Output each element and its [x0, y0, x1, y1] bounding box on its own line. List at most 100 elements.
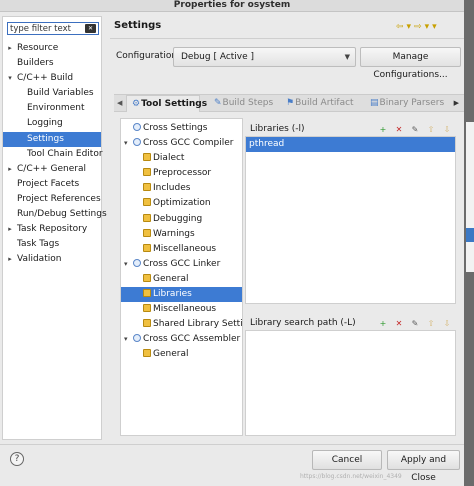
edit-icon[interactable]: ✎: [409, 124, 421, 135]
tool-icon: [133, 334, 141, 343]
tool-tree-item[interactable]: Cross Settings: [121, 121, 242, 136]
nav-item[interactable]: Settings: [3, 131, 101, 147]
tool-tree-item[interactable]: Miscellaneous: [121, 242, 242, 257]
chevron-right-icon[interactable]: ▸: [6, 162, 14, 177]
tool-tree-item[interactable]: ▾ Cross GCC Compiler: [121, 136, 242, 151]
tool-tree-label: Shared Library Settings: [153, 319, 243, 330]
tool-tree-item[interactable]: Libraries: [121, 287, 242, 303]
clear-filter-icon[interactable]: ✕: [85, 24, 96, 33]
nav-item[interactable]: ▸ Task Repository: [3, 222, 101, 237]
tab-scroll-right-icon[interactable]: ▶: [454, 95, 459, 111]
filter-input[interactable]: [8, 23, 84, 34]
move-down-icon[interactable]: ⇩: [441, 124, 453, 135]
tool-tree-item[interactable]: Warnings: [121, 227, 242, 242]
move-down-icon[interactable]: ⇩: [441, 318, 453, 329]
move-up-icon[interactable]: ⇧: [425, 318, 437, 329]
libraries-list: pthread: [245, 136, 456, 304]
chevron-right-icon[interactable]: ▸: [6, 222, 14, 237]
tool-tree-item[interactable]: Shared Library Settings: [121, 317, 242, 332]
configuration-value: Debug [ Active ]: [181, 52, 255, 62]
move-up-icon[interactable]: ⇧: [425, 124, 437, 135]
tool-tree-item[interactable]: Includes: [121, 181, 242, 196]
tab-build-artifact[interactable]: ⚑Build Artifact: [286, 95, 354, 111]
chevron-down-icon[interactable]: ▾: [124, 136, 128, 151]
tool-tree-label: Warnings: [153, 228, 195, 239]
tab-scroll-left-icon[interactable]: ◀: [117, 95, 122, 111]
tool-tree-label: Cross GCC Assembler: [143, 334, 241, 345]
tool-tree-label: General: [153, 349, 189, 360]
chevron-right-icon[interactable]: ▸: [6, 41, 14, 56]
tool-tree-item[interactable]: Preprocessor: [121, 166, 242, 181]
list-item[interactable]: pthread: [246, 137, 455, 152]
tool-tree-item[interactable]: General: [121, 347, 242, 362]
nav-item-label: Task Repository: [17, 224, 88, 235]
tool-settings-tree: Cross Settings ▾ Cross GCC Compiler Dialect…: [120, 118, 243, 436]
tool-tree-item[interactable]: General: [121, 272, 242, 287]
delete-icon[interactable]: ✕: [393, 124, 405, 135]
build-steps-icon: ✎: [214, 98, 222, 108]
tool-tree-label: Miscellaneous: [153, 243, 217, 254]
tool-tree-item[interactable]: ▾ Cross GCC Assembler: [121, 332, 242, 347]
back-forward-icon[interactable]: ⇦▾⇨▾▾: [396, 22, 440, 32]
tab-build-steps[interactable]: ✎Build Steps: [214, 95, 273, 111]
configuration-select[interactable]: Debug [ Active ] ▼: [173, 47, 356, 67]
chevron-right-icon[interactable]: ▸: [6, 252, 14, 267]
filter-box[interactable]: ✕: [7, 22, 99, 35]
delete-icon[interactable]: ✕: [393, 318, 405, 329]
nav-item[interactable]: Environment: [3, 101, 101, 116]
apply-and-close-button[interactable]: Apply and Close: [387, 450, 460, 483]
option-category-icon: [143, 289, 151, 298]
manage-configurations-button[interactable]: Manage Configurations...: [360, 47, 461, 80]
option-category-icon: [143, 183, 151, 192]
nav-item[interactable]: Logging: [3, 116, 101, 131]
option-category-icon: [143, 304, 151, 313]
tool-tree-label: Dialect: [153, 153, 185, 164]
tool-tree-label: Debugging: [153, 213, 203, 224]
page-title: Settings: [114, 20, 162, 31]
properties-dialog: Properties for osystem ✕ ▸ResourceBuilde…: [0, 0, 464, 486]
tool-tree-item[interactable]: Miscellaneous: [121, 302, 242, 317]
nav-item-label: Resource: [17, 43, 59, 53]
divider: [110, 38, 464, 39]
nav-item-label: Tool Chain Editor: [27, 148, 103, 159]
search-path-list[interactable]: [245, 330, 456, 436]
chevron-down-icon[interactable]: ▾: [124, 257, 128, 272]
nav-item[interactable]: Builders: [3, 56, 101, 71]
tool-tree-item[interactable]: Debugging: [121, 212, 242, 227]
nav-item[interactable]: ▾ C/C++ Build: [3, 71, 101, 86]
option-category-icon: [143, 319, 151, 328]
tool-icon: [133, 138, 141, 147]
configuration-label: Configuration:: [116, 51, 181, 61]
tab-label: Build Steps: [222, 98, 274, 108]
tab-tool-settings[interactable]: ⚙Tool Settings: [126, 95, 207, 112]
chevron-down-icon[interactable]: ▾: [124, 332, 128, 347]
nav-item[interactable]: ▸ Validation: [3, 252, 101, 267]
nav-item-label: Validation: [17, 254, 62, 265]
option-category-icon: [143, 153, 151, 162]
nav-item[interactable]: Run/Debug Settings: [3, 207, 107, 222]
nav-item[interactable]: Task Tags: [3, 237, 101, 252]
nav-item-label: Environment: [27, 103, 85, 114]
tool-tree-item[interactable]: Optimization: [121, 196, 242, 211]
tool-tree-item[interactable]: ▾ Cross GCC Linker: [121, 257, 242, 272]
tool-tree-label: Libraries: [153, 289, 192, 300]
nav-item[interactable]: Build Variables: [3, 86, 101, 101]
tool-tree-label: General: [153, 273, 189, 284]
cancel-button[interactable]: Cancel: [312, 450, 382, 470]
tab-binary-parsers[interactable]: ▤Binary Parsers: [370, 95, 444, 111]
tab-label: Build Artifact: [295, 98, 354, 108]
nav-item[interactable]: Project Facets: [3, 177, 101, 192]
add-icon[interactable]: +: [377, 124, 389, 135]
nav-item[interactable]: Tool Chain Editor: [3, 147, 103, 162]
chevron-down-icon[interactable]: ▾: [6, 71, 14, 86]
help-icon[interactable]: ?: [10, 452, 24, 466]
nav-item[interactable]: ▸ Resource: [3, 41, 101, 56]
option-category-icon: [143, 243, 151, 252]
tool-tree-item[interactable]: Dialect: [121, 151, 242, 166]
edit-icon[interactable]: ✎: [409, 318, 421, 329]
nav-item[interactable]: Project References: [3, 192, 101, 207]
nav-item[interactable]: ▸ C/C++ General: [3, 162, 101, 177]
add-icon[interactable]: +: [377, 318, 389, 329]
option-category-icon: [143, 213, 151, 222]
nav-item-label: Logging: [27, 118, 63, 129]
